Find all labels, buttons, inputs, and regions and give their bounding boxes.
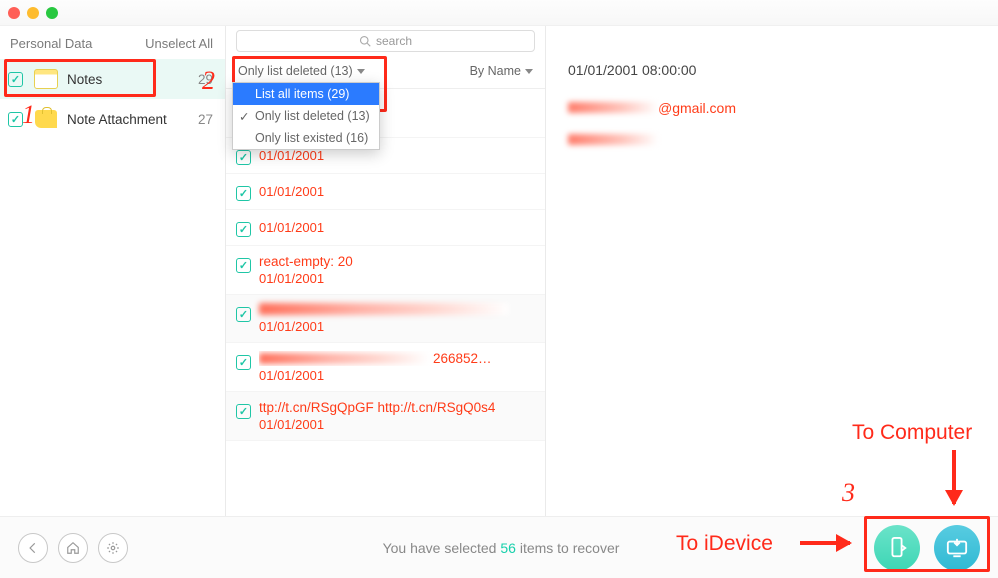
sidebar-item-note-attachment[interactable]: ✓ Note Attachment 27 xyxy=(0,99,225,139)
note-title: 266852… xyxy=(259,351,533,366)
note-date: 01/01/2001 xyxy=(259,220,533,235)
filter-option-all[interactable]: List all items (29) xyxy=(233,83,379,105)
note-list[interactable]: ✓ react-empty: 20 01/01/2001 ✓ 01/01/200… xyxy=(226,89,545,516)
recover-to-idevice-button[interactable] xyxy=(874,525,920,571)
note-title: react-empty: 20 xyxy=(259,254,533,269)
note-date: 01/01/2001 xyxy=(259,184,533,199)
back-button[interactable] xyxy=(18,533,48,563)
arrow-left-icon xyxy=(26,541,40,555)
note-date: 01/01/2001 xyxy=(259,271,533,286)
zoom-window[interactable] xyxy=(46,7,58,19)
settings-button[interactable] xyxy=(98,533,128,563)
checkbox-icon[interactable]: ✓ xyxy=(8,112,23,127)
status-text: You have selected 56 items to recover xyxy=(128,540,874,556)
sidebar-item-count: 29 xyxy=(198,72,213,87)
minimize-window[interactable] xyxy=(27,7,39,19)
notes-icon xyxy=(33,68,59,90)
note-list-pane: search Only list deleted (13) By Name Li… xyxy=(226,26,546,516)
titlebar xyxy=(0,0,998,26)
home-icon xyxy=(66,541,80,555)
sidebar-item-notes[interactable]: ✓ Notes 29 xyxy=(0,59,225,99)
note-date: 01/01/2001 xyxy=(259,319,533,334)
detail-email: @gmail.com xyxy=(568,100,976,116)
detail-date: 01/01/2001 08:00:00 xyxy=(568,62,976,78)
note-row[interactable]: ✓ ttp://t.cn/RSgQpGF http://t.cn/RSgQ0s4… xyxy=(226,392,545,441)
gear-icon xyxy=(106,541,120,555)
checkbox-icon[interactable]: ✓ xyxy=(236,404,251,419)
checkbox-icon[interactable]: ✓ xyxy=(236,355,251,370)
footer-bar: You have selected 56 items to recover xyxy=(0,516,998,578)
recover-to-computer-button[interactable] xyxy=(934,525,980,571)
note-date: 01/01/2001 xyxy=(259,148,533,163)
checkbox-icon[interactable]: ✓ xyxy=(236,150,251,165)
checkbox-icon[interactable]: ✓ xyxy=(8,72,23,87)
search-icon xyxy=(359,35,371,47)
note-detail-pane: 01/01/2001 08:00:00 @gmail.com xyxy=(546,26,998,516)
sidebar-item-label: Notes xyxy=(67,72,102,87)
checkbox-icon[interactable]: ✓ xyxy=(236,222,251,237)
search-input[interactable]: search xyxy=(236,30,535,52)
window-controls xyxy=(8,7,58,19)
unselect-all-link[interactable]: Unselect All xyxy=(145,36,213,51)
note-row[interactable]: ✓ 01/01/2001 xyxy=(226,210,545,246)
note-row[interactable]: ✓ 01/01/2001 xyxy=(226,295,545,343)
note-row[interactable]: ✓ 266852… 01/01/2001 xyxy=(226,343,545,392)
to-device-icon xyxy=(886,536,908,560)
home-button[interactable] xyxy=(58,533,88,563)
redacted-text xyxy=(568,134,658,145)
filter-option-existed[interactable]: Only list existed (16) xyxy=(233,127,379,149)
sort-dropdown-trigger[interactable]: By Name xyxy=(470,64,533,78)
to-computer-icon xyxy=(945,537,969,559)
note-title: ttp://t.cn/RSgQpGF http://t.cn/RSgQ0s4 xyxy=(259,400,533,415)
note-date: 01/01/2001 xyxy=(259,417,533,432)
note-row[interactable]: ✓ react-empty: 20 01/01/2001 xyxy=(226,246,545,295)
sidebar-section-label: Personal Data xyxy=(10,36,92,51)
redacted-text xyxy=(259,303,509,315)
sidebar-item-count: 27 xyxy=(198,112,213,127)
checkmark-icon: ✓ xyxy=(239,109,249,124)
filter-dropdown-menu: List all items (29) ✓Only list deleted (… xyxy=(232,82,380,150)
checkbox-icon[interactable]: ✓ xyxy=(236,258,251,273)
filter-dropdown-trigger[interactable]: Only list deleted (13) xyxy=(238,64,365,78)
note-row[interactable]: ✓ 01/01/2001 xyxy=(226,174,545,210)
note-date: 01/01/2001 xyxy=(259,368,533,383)
sidebar: Personal Data Unselect All ✓ Notes 29 ✓ … xyxy=(0,26,226,516)
checkbox-icon[interactable]: ✓ xyxy=(236,186,251,201)
redacted-text xyxy=(568,102,658,113)
attachment-icon xyxy=(33,108,59,130)
close-window[interactable] xyxy=(8,7,20,19)
filter-option-deleted[interactable]: ✓Only list deleted (13) xyxy=(233,105,379,127)
checkbox-icon[interactable]: ✓ xyxy=(236,307,251,322)
sidebar-item-label: Note Attachment xyxy=(67,112,167,127)
search-placeholder: search xyxy=(376,34,412,48)
